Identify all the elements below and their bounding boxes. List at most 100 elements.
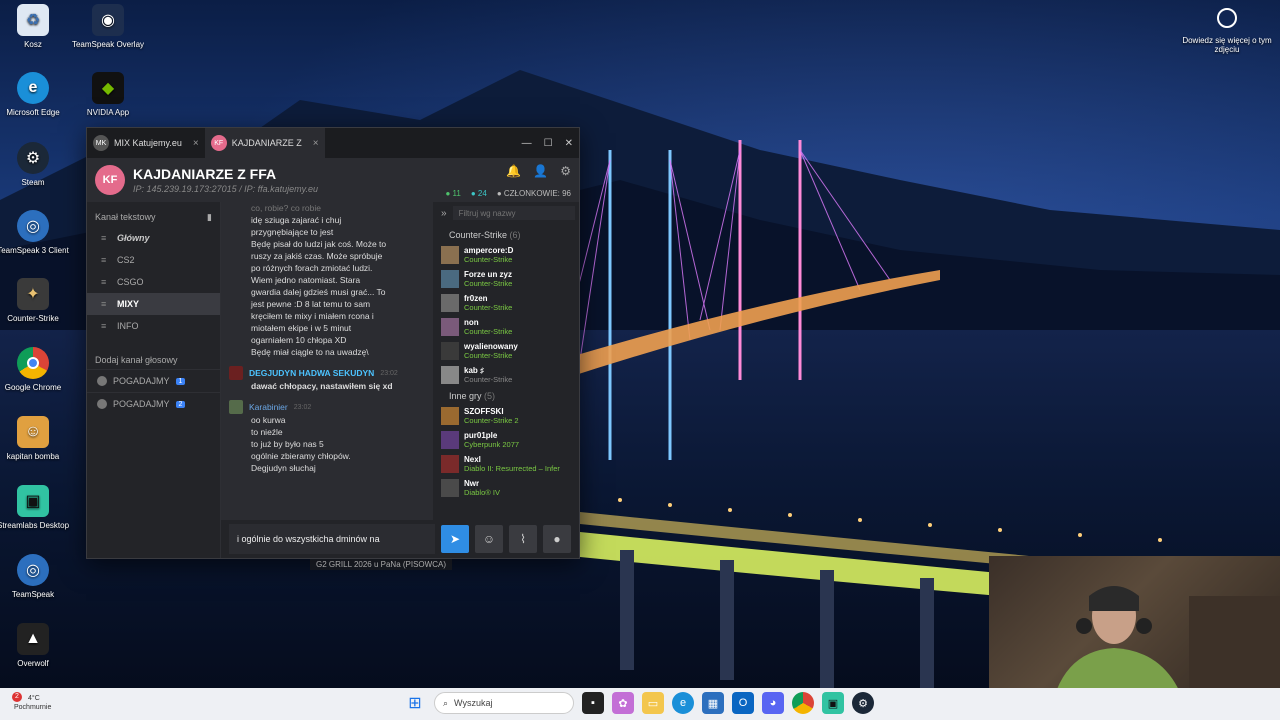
tab-kajdaniarze[interactable]: KF KAJDANIARZE Z × — [204, 128, 325, 158]
member-item[interactable]: fr0zen Counter-Strike — [441, 291, 571, 315]
channel-glowny[interactable]: ≡ Główny — [87, 227, 220, 249]
send-button[interactable]: ➤ — [441, 525, 469, 553]
message-line: ogólnie zbieramy chłopów. — [251, 451, 351, 461]
channel-csgo[interactable]: ≡ CSGO — [87, 271, 220, 293]
chrome-taskbar-icon[interactable] — [792, 692, 814, 714]
discord-icon[interactable]: ◕ — [762, 692, 784, 714]
message-line: co, robie? co robie — [251, 203, 321, 213]
edge-icon: e — [17, 72, 49, 104]
desktop-icon-counter-strike[interactable]: ✦ Counter-Strike — [0, 278, 73, 323]
channel-mixy[interactable]: ≡ MIXY — [87, 293, 220, 315]
member-item[interactable]: Nwr Diablo® IV — [441, 476, 571, 500]
store-icon[interactable]: ▦ — [702, 692, 724, 714]
tab-label: KAJDANIARZE Z — [231, 138, 302, 148]
desktop-icon-label: Google Chrome — [4, 383, 62, 392]
streamlabs-taskbar-icon[interactable]: ▣ — [822, 692, 844, 714]
windows-start-icon[interactable]: ⊞ — [404, 692, 426, 714]
chat-window: MK MIX Katujemy.eu × KF KAJDANIARZE Z × … — [86, 127, 580, 559]
collapse-icon[interactable]: » — [441, 208, 447, 219]
message-line: to nieźle — [251, 427, 283, 437]
channel-label: Główny — [117, 233, 150, 243]
voice-channel-label: POGADAJMY — [113, 376, 170, 386]
channel-sidebar: Kanał tekstowy ▮ ≡ Główny ≡ CS2 ≡ CSGO ≡ MIX… — [87, 202, 221, 558]
desktop-icon-label: NVIDIA App — [86, 108, 130, 117]
desktop-icon-nvidia[interactable]: ◆ NVIDIA App — [68, 72, 148, 117]
channel-info[interactable]: ≡ INFO — [87, 315, 220, 337]
overwolf-icon: ▲ — [17, 623, 49, 655]
desktop-icon-recycle-bin[interactable]: ♻ Kosz — [0, 4, 73, 49]
member-item[interactable]: ampercore:D Counter-Strike — [441, 243, 571, 267]
steam-taskbar-icon[interactable]: ⚙ — [852, 692, 874, 714]
close-icon[interactable]: × — [193, 138, 199, 149]
desktop-icon-kapitan-bomba[interactable]: ☺ kapitan bomba — [0, 416, 73, 461]
minimize-icon[interactable]: — — [522, 138, 532, 149]
bell-icon[interactable]: 🔔 — [506, 164, 521, 178]
voice-icon — [97, 399, 107, 409]
message-line: po różnych forach zmiotać ludzi. — [251, 263, 373, 273]
voice-channels-header[interactable]: Dodaj kanał głosowy — [87, 351, 220, 369]
channel-label: CSGO — [117, 277, 144, 287]
message-line: przygnębiające to jest — [251, 227, 334, 237]
desktop-icon-label: TeamSpeak 3 Client — [0, 246, 69, 255]
channel-cs2[interactable]: ≡ CS2 — [87, 249, 220, 271]
wallpaper-info-link[interactable]: Dowiedz się więcej o tym zdjęciu — [1182, 8, 1272, 54]
message-line: ruszy za jakiś czas. Może spróbuje — [251, 251, 383, 261]
online-count: ● 11 — [445, 189, 461, 198]
group-header: Counter-Strike (6) — [449, 230, 563, 240]
tab-mix-katujemy[interactable]: MK MIX Katujemy.eu × — [87, 128, 205, 158]
avatar — [229, 400, 243, 414]
attach-button[interactable]: ⌇ — [509, 525, 537, 553]
file-explorer-icon[interactable]: ▭ — [642, 692, 664, 714]
weather-widget[interactable]: 2 4°C Pochmurnie — [12, 692, 51, 712]
trash-icon[interactable]: ▮ — [207, 212, 212, 223]
message-line: Wiem jedno natomiast. Stara — [251, 275, 361, 285]
copilot-icon[interactable]: ✿ — [612, 692, 634, 714]
member-name: Nexl — [464, 455, 481, 464]
voice-channel-2[interactable]: POGADAJMY 2 — [87, 392, 220, 415]
member-item[interactable]: Forze un zyz Counter-Strike — [441, 267, 571, 291]
task-view-icon[interactable]: ▪ — [582, 692, 604, 714]
member-item[interactable]: non Counter-Strike — [441, 315, 571, 339]
avatar — [441, 342, 459, 360]
taskbar-search[interactable]: ⌕ Wyszukaj — [434, 692, 574, 714]
outlook-icon[interactable]: O — [732, 692, 754, 714]
desktop-icon-streamlabs[interactable]: ▣ Streamlabs Desktop — [0, 485, 73, 530]
steam-icon: ⚙ — [17, 142, 49, 174]
message-block-3: Karabinier 23:02 oo kurwa to nieźle to j… — [229, 400, 425, 474]
close-window-icon[interactable]: ✕ — [565, 138, 573, 149]
member-name: ampercore:D — [464, 246, 514, 255]
member-item[interactable]: Nexl Diablo II: Resurrected – Infer — [441, 452, 571, 476]
member-item[interactable]: SZOFFSKI Counter-Strike 2 — [441, 404, 571, 428]
member-item[interactable]: wyalienowany Counter-Strike — [441, 339, 571, 363]
desktop-icon-teamspeak3[interactable]: ◎ TeamSpeak 3 Client — [0, 210, 73, 255]
maximize-icon[interactable]: ☐ — [544, 138, 553, 149]
edge-taskbar-icon[interactable]: e — [672, 692, 694, 714]
paperclip-icon: ⌇ — [520, 532, 526, 546]
add-user-icon[interactable]: 👤 — [533, 164, 548, 178]
message-author[interactable]: Karabinier — [249, 402, 288, 412]
desktop-icon-chrome[interactable]: Google Chrome — [0, 347, 73, 392]
emoji-icon: ☺ — [482, 532, 496, 546]
desktop-icon-label: Steam — [21, 178, 45, 187]
window-body: Kanał tekstowy ▮ ≡ Główny ≡ CS2 ≡ CSGO ≡ MIX… — [87, 202, 579, 558]
desktop-icon-teamspeak[interactable]: ◎ TeamSpeak — [0, 554, 73, 599]
group-label: Inne gry — [449, 391, 482, 401]
member-search-input[interactable] — [452, 206, 575, 220]
desktop-icon-overwolf[interactable]: ▲ Overwolf — [0, 623, 73, 668]
voice-channel-1[interactable]: POGADAJMY 1 — [87, 369, 220, 392]
desktop-icon-steam[interactable]: ⚙ Steam — [0, 142, 73, 187]
tab-label: MIX Katujemy.eu — [114, 138, 182, 148]
emoji-button[interactable]: ☺ — [475, 525, 503, 553]
settings-icon[interactable]: ⚙ — [560, 164, 571, 178]
message-input[interactable] — [229, 524, 435, 554]
member-item[interactable]: pur01ple Cyberpunk 2077 — [441, 428, 571, 452]
close-icon[interactable]: × — [313, 138, 319, 149]
location-button[interactable]: ● — [543, 525, 571, 553]
desktop-icon-teamspeak-overlay[interactable]: ◉ TeamSpeak Overlay — [68, 4, 148, 49]
avatar — [441, 455, 459, 473]
member-search: » — [441, 206, 575, 220]
desktop-icon-edge[interactable]: e Microsoft Edge — [0, 72, 73, 117]
channel-icon: ≡ — [101, 299, 107, 309]
member-item[interactable]: kab ♯ Counter-Strike — [441, 363, 571, 387]
message-author[interactable]: DEGJUDYN HADWA SEKUDYN — [249, 368, 374, 378]
